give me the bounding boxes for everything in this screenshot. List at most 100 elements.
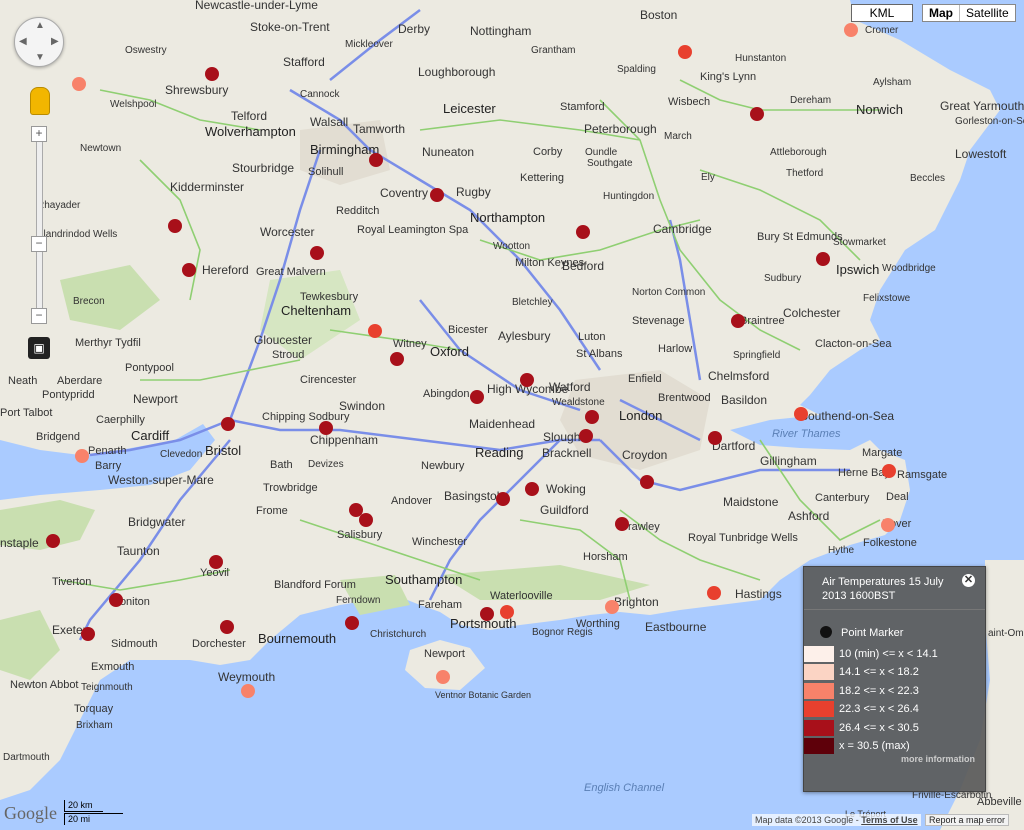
mouse-icon[interactable]: ▣	[28, 337, 50, 359]
label-maidstone: Maidstone	[723, 495, 779, 509]
label-spalding: Spalding	[617, 64, 656, 75]
temperature-marker[interactable]	[345, 616, 359, 630]
temperature-marker[interactable]	[182, 263, 196, 277]
temperature-marker[interactable]	[390, 352, 404, 366]
label-maidenhead: Maidenhead	[469, 417, 535, 431]
legend-close-icon[interactable]: ✕	[962, 574, 975, 587]
temperature-marker[interactable]	[359, 513, 373, 527]
temperature-marker[interactable]	[576, 225, 590, 239]
temperature-marker[interactable]	[75, 449, 89, 463]
pan-control[interactable]: ▲ ▼ ◀ ▶	[14, 17, 64, 67]
label-welshpool: Welshpool	[110, 99, 157, 110]
temperature-marker[interactable]	[585, 410, 599, 424]
temperature-marker[interactable]	[430, 188, 444, 202]
temperature-marker[interactable]	[844, 23, 858, 37]
temperature-marker[interactable]	[81, 627, 95, 641]
label-bournemouth: Bournemouth	[258, 631, 336, 646]
temperature-marker[interactable]	[220, 620, 234, 634]
label-royaltunbridge: Royal Tunbridge Wells	[688, 532, 798, 544]
label-loughborough: Loughborough	[418, 65, 495, 79]
label-ashford: Ashford	[788, 509, 829, 523]
label-stoke: Stoke-on-Trent	[250, 20, 330, 34]
label-bletchley: Bletchley	[512, 297, 553, 308]
label-dereham: Dereham	[790, 95, 831, 106]
label-winchester: Winchester	[412, 536, 467, 548]
label-leamington: Royal Leamington Spa	[357, 224, 469, 236]
temperature-marker[interactable]	[731, 314, 745, 328]
pegman-icon[interactable]	[30, 87, 50, 115]
label-stowmarket: Stowmarket	[833, 237, 886, 248]
label-stamford: Stamford	[560, 101, 605, 113]
temperature-marker[interactable]	[319, 421, 333, 435]
label-nortoncommon: Norton Common	[632, 287, 705, 298]
kml-button[interactable]: KML	[851, 4, 913, 22]
label-staple: nstaple	[0, 536, 39, 550]
temperature-marker[interactable]	[436, 670, 450, 684]
temperature-marker[interactable]	[46, 534, 60, 548]
label-march: March	[664, 131, 692, 142]
temperature-marker[interactable]	[500, 605, 514, 619]
zoom-slider-track[interactable]	[36, 126, 43, 323]
pan-up-icon[interactable]: ▲	[35, 20, 45, 31]
map-type-map-button[interactable]: Map	[923, 5, 960, 21]
temperature-marker[interactable]	[369, 153, 383, 167]
temperature-marker[interactable]	[520, 373, 534, 387]
attribution-text: Map data ©2013 Google -	[755, 815, 859, 825]
map-type-control[interactable]: Map Satellite	[922, 4, 1016, 22]
temperature-marker[interactable]	[349, 503, 363, 517]
temperature-marker[interactable]	[368, 324, 382, 338]
temperature-marker[interactable]	[605, 600, 619, 614]
temperature-marker[interactable]	[579, 429, 593, 443]
zoom-out-button[interactable]: −	[31, 308, 47, 324]
temperature-marker[interactable]	[640, 475, 654, 489]
temperature-marker[interactable]	[241, 684, 255, 698]
zoom-slider-handle[interactable]: −	[31, 236, 47, 252]
zoom-in-button[interactable]: +	[31, 126, 47, 142]
temperature-marker[interactable]	[615, 517, 629, 531]
pan-left-icon[interactable]: ◀	[19, 36, 27, 47]
label-corby: Corby	[533, 146, 563, 158]
temperature-marker[interactable]	[72, 77, 86, 91]
google-logo[interactable]: Google	[4, 803, 57, 824]
temperature-marker[interactable]	[221, 417, 235, 431]
label-cardiff: Cardiff	[131, 428, 169, 443]
label-sidmouth: Sidmouth	[111, 638, 157, 650]
label-ramsgate: Ramsgate	[897, 469, 947, 481]
temperature-marker[interactable]	[496, 492, 510, 506]
terms-of-use-link[interactable]: Terms of Use	[861, 815, 917, 825]
temperature-marker[interactable]	[882, 464, 896, 478]
map-type-satellite-button[interactable]: Satellite	[960, 5, 1015, 21]
temperature-marker[interactable]	[708, 431, 722, 445]
temperature-marker[interactable]	[707, 586, 721, 600]
temperature-marker[interactable]	[678, 45, 692, 59]
temperature-marker[interactable]	[480, 607, 494, 621]
label-pontypool: Pontypool	[125, 362, 174, 374]
label-stroud: Stroud	[272, 349, 304, 361]
temperature-marker[interactable]	[794, 407, 808, 421]
temperature-marker[interactable]	[109, 593, 123, 607]
temperature-marker[interactable]	[470, 390, 484, 404]
label-chipping: Chipping Sodbury	[262, 411, 350, 423]
temperature-marker[interactable]	[168, 219, 182, 233]
label-woking: Woking	[546, 482, 586, 496]
pan-down-icon[interactable]: ▼	[35, 52, 45, 63]
legend-more-info-link[interactable]: more information	[901, 754, 975, 764]
report-map-error-button[interactable]: Report a map error	[925, 814, 1010, 826]
legend-swatch	[804, 720, 834, 736]
label-gillingham: Gillingham	[760, 454, 817, 468]
temperature-marker[interactable]	[205, 67, 219, 81]
temperature-marker[interactable]	[750, 107, 764, 121]
temperature-marker[interactable]	[525, 482, 539, 496]
label-barry: Barry	[95, 460, 122, 472]
pan-right-icon[interactable]: ▶	[51, 36, 59, 47]
temperature-marker[interactable]	[816, 252, 830, 266]
temperature-marker[interactable]	[209, 555, 223, 569]
temperature-marker[interactable]	[881, 518, 895, 532]
temperature-marker[interactable]	[310, 246, 324, 260]
label-grantham: Grantham	[531, 45, 575, 56]
label-deal: Deal	[886, 491, 909, 503]
label-horsham: Horsham	[583, 551, 628, 563]
label-derby: Derby	[398, 22, 430, 36]
label-southend: Southend-on-Sea	[800, 409, 894, 423]
label-croydon: Croydon	[622, 448, 667, 462]
